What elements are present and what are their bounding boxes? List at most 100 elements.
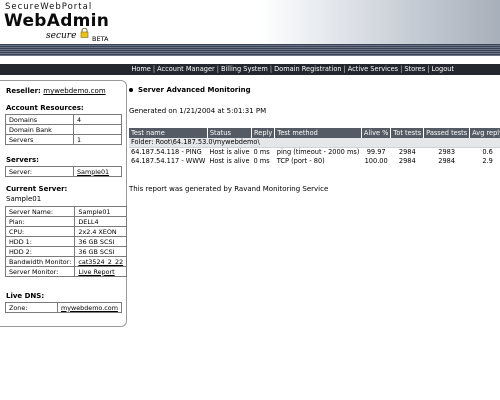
logo-title: WebAdmin (4, 11, 110, 31)
generated-timestamp: Generated on 1/21/2004 at 5:01:31 PM (129, 107, 267, 115)
table-row: 64.187.54.117 - WWW Host is alive 0 ms T… (129, 156, 500, 165)
avg-reply: 0.6 (482, 147, 493, 156)
column-header: Test name (129, 128, 208, 138)
bandwidth-monitor-link[interactable]: cat3524_2_22 (78, 258, 123, 266)
column-header: Test method (274, 128, 362, 138)
detail-name: HDD 2: (4, 246, 76, 257)
passed-tests: 2983 (438, 147, 456, 156)
nav-active-services[interactable]: Active Services (348, 65, 398, 73)
detail-cell: Live Report (74, 266, 128, 277)
table-row: HDD 2: 36 GB SCSI (4, 246, 128, 257)
test-status: Host is alive (209, 147, 250, 156)
avg-reply: 2.9 (482, 156, 493, 165)
sidebar: Reseller: mywebdemo.com Account Resource… (0, 80, 128, 327)
resource-value (73, 124, 122, 135)
resource-name: Domain Bank (5, 124, 74, 135)
detail-value: Sample01 (74, 206, 128, 217)
column-header: Avg reply (469, 128, 500, 138)
total-tests: 2984 (398, 156, 416, 165)
table-row: Domains 4 (5, 114, 122, 125)
resources-table: Domains 4 Domain Bank Servers 1 (5, 114, 122, 145)
nav-home[interactable]: Home (131, 65, 150, 73)
header: SecureWebPortal WebAdmin secure BETA (0, 0, 500, 56)
detail-value: DELL4 (74, 216, 128, 227)
table-row: Bandwidth Monitor: cat3524_2_22 (4, 256, 128, 267)
total-tests: 2984 (398, 147, 416, 156)
detail-value: 36 GB SCSI (74, 236, 128, 247)
lock-icon (80, 28, 89, 38)
detail-name: HDD 1: (4, 236, 76, 247)
table-row: CPU: 2x2.4 XEON (4, 226, 128, 237)
test-name: 64.187.54.118 - PING (131, 147, 202, 156)
reseller-link[interactable]: mywebdemo.com (43, 87, 105, 95)
servers-table: Server: Sample01 (5, 166, 122, 177)
table-row: Domain Bank (5, 124, 122, 135)
server-link[interactable]: Sample01 (77, 168, 109, 176)
page-title: Server Advanced Monitoring (129, 86, 251, 94)
detail-name: Server Name: (4, 206, 76, 217)
column-header: Tot tests (390, 128, 425, 138)
detail-cell: cat3524_2_22 (74, 256, 128, 267)
alive-percent: 100.00 (364, 156, 388, 165)
table-row: Server: Sample01 (5, 166, 122, 177)
resource-value: 4 (73, 114, 122, 125)
report-footer: This report was generated by Ravand Moni… (129, 185, 329, 193)
nav-stores[interactable]: Stores (404, 65, 425, 73)
zone-link[interactable]: mywebdemo.com (61, 304, 118, 312)
zone-cell: mywebdemo.com (57, 302, 122, 313)
top-nav: Home | Account Manager | Billing System | Doma… (0, 56, 500, 76)
reseller-section: Reseller: mywebdemo.com (6, 87, 106, 95)
detail-name: Plan: (4, 216, 76, 227)
test-name: 64.187.54.117 - WWW (131, 156, 206, 165)
table-row: HDD 1: 36 GB SCSI (4, 236, 128, 247)
server-label: Server: (5, 166, 74, 177)
column-header: Passed tests (423, 128, 471, 138)
nav-logout[interactable]: Logout (431, 65, 454, 73)
beta-label: BETA (92, 35, 109, 43)
resource-name: Domains (5, 114, 74, 125)
test-reply: 0 ms (253, 147, 270, 156)
detail-value: 2x2.4 XEON (74, 226, 128, 237)
table-row: Plan: DELL4 (4, 216, 128, 227)
table-row: Server Name: Sample01 (4, 206, 128, 217)
servers-heading: Servers: (6, 156, 39, 164)
nav-account-manager[interactable]: Account Manager (157, 65, 215, 73)
zone-label: Zone: (5, 302, 58, 313)
detail-name: Server Monitor: (4, 266, 76, 277)
table-row: Servers 1 (5, 134, 122, 145)
table-header-row: Test name Status Reply Test method Alive… (129, 128, 500, 138)
live-report-link[interactable]: Live Report (78, 268, 114, 276)
table-row: Server Monitor: Live Report (4, 266, 128, 277)
reseller-label: Reseller: (6, 87, 41, 95)
test-method: ping (timeout - 2000 ms) (276, 147, 360, 156)
logo-secure-text: secure (46, 31, 77, 41)
nav-domain-registration[interactable]: Domain Registration (274, 65, 341, 73)
test-status: Host is alive (209, 156, 250, 165)
test-method: TCP (port - 80) (276, 156, 325, 165)
resource-value: 1 (73, 134, 122, 145)
column-header: Alive % (361, 128, 392, 138)
table-row: Zone: mywebdemo.com (5, 302, 122, 313)
nav-bar: Home | Account Manager | Billing System | Doma… (0, 64, 500, 75)
folder-row: Folder: Root\64.187.53.0\mywebdemo\ (129, 138, 500, 148)
resource-name: Servers (5, 134, 74, 145)
header-stripes (0, 44, 500, 56)
server-cell: Sample01 (73, 166, 122, 177)
monitoring-table: Test name Status Reply Test method Alive… (129, 128, 500, 165)
column-header: Status (207, 128, 253, 138)
live-dns-heading: Live DNS: (6, 292, 45, 300)
current-server-name: Sample01 (6, 195, 42, 203)
alive-percent: 99.97 (366, 147, 386, 156)
folder-path: Folder: Root\64.187.53.0\mywebdemo\ (129, 138, 500, 148)
table-row: 64.187.54.118 - PING Host is alive 0 ms … (129, 147, 500, 156)
bullet-icon (129, 88, 133, 92)
dns-table: Zone: mywebdemo.com (5, 302, 122, 313)
nav-billing-system[interactable]: Billing System (221, 65, 268, 73)
server-details-table: Server Name: Sample01 Plan: DELL4 CPU: 2x2.… (4, 206, 128, 277)
detail-name: CPU: (4, 226, 76, 237)
account-resources-heading: Account Resources: (6, 104, 84, 112)
current-server-heading: Current Server: (6, 185, 68, 193)
test-reply: 0 ms (253, 156, 270, 165)
passed-tests: 2984 (438, 156, 456, 165)
page-title-text: Server Advanced Monitoring (138, 86, 251, 94)
